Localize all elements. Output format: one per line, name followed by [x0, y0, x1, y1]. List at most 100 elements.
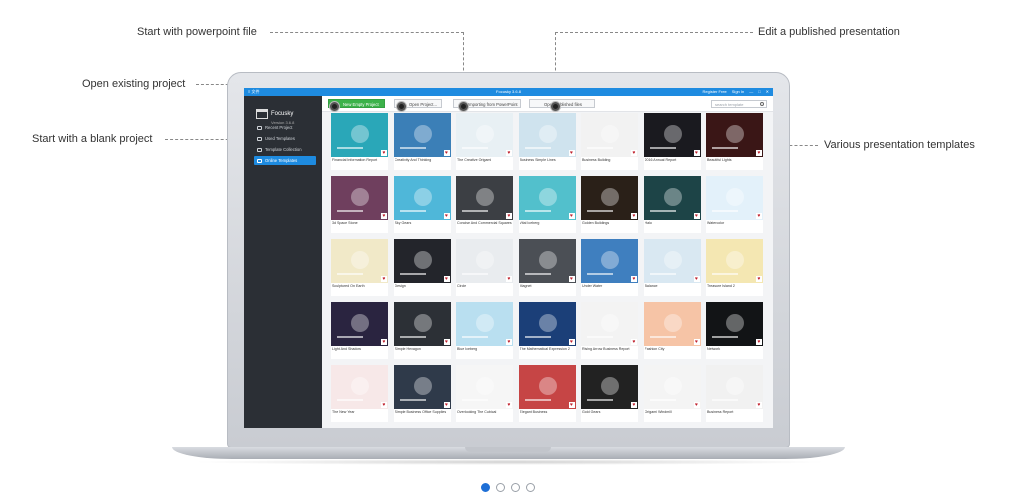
- template-card[interactable]: ♥ Halo: [643, 176, 701, 233]
- favorite-heart-icon[interactable]: ♥: [631, 402, 637, 408]
- favorite-heart-icon[interactable]: ♥: [568, 213, 575, 219]
- favorite-heart-icon[interactable]: ♥: [443, 339, 450, 345]
- maximize-button[interactable]: □: [758, 88, 760, 96]
- template-card[interactable]: ♥ Light And Shadow: [331, 302, 388, 359]
- pager-dot-4[interactable]: [526, 483, 535, 492]
- minimize-button[interactable]: —: [749, 88, 753, 96]
- template-card[interactable]: ♥ Vital Iceberg: [518, 176, 576, 233]
- template-card[interactable]: ♥ Fashion City: [643, 302, 701, 359]
- template-card[interactable]: ♥ Watercolor: [706, 176, 763, 233]
- favorite-heart-icon[interactable]: ♥: [506, 339, 512, 345]
- template-card[interactable]: ♥ Financial Information Report: [331, 113, 388, 170]
- close-button[interactable]: ✕: [766, 88, 769, 96]
- template-card[interactable]: ♥ Balance: [643, 239, 701, 296]
- thumbnail-line: [524, 210, 551, 212]
- favorite-heart-icon[interactable]: ♥: [443, 213, 450, 219]
- template-card[interactable]: ♥ Rising Arrow Business Report: [581, 302, 638, 359]
- template-card[interactable]: ♥ 3d Space Stone: [331, 176, 388, 233]
- template-card[interactable]: ♥ Magnet: [518, 239, 576, 296]
- sidebar-item-recent[interactable]: Recent Project: [254, 123, 316, 132]
- pager-dot-2[interactable]: [496, 483, 505, 492]
- template-card[interactable]: ♥ Concise And Commercial Squares: [456, 176, 513, 233]
- favorite-heart-icon[interactable]: ♥: [568, 402, 575, 408]
- template-card[interactable]: ♥ Overlooking The Cubical: [456, 365, 513, 422]
- favorite-heart-icon[interactable]: ♥: [381, 276, 387, 282]
- favorite-heart-icon[interactable]: ♥: [506, 213, 512, 219]
- template-card[interactable]: ♥ Creativity And Thinking: [393, 113, 451, 170]
- template-name: Golden Buildings: [582, 221, 610, 225]
- favorite-heart-icon[interactable]: ♥: [631, 213, 637, 219]
- pager-dot-1[interactable]: [481, 483, 490, 492]
- favorite-heart-icon[interactable]: ♥: [381, 402, 387, 408]
- template-card[interactable]: ♥ The Mathematical Expression 2: [518, 302, 576, 359]
- template-card[interactable]: ♥ Business Building: [581, 113, 638, 170]
- favorite-heart-icon[interactable]: ♥: [631, 276, 637, 282]
- template-card[interactable]: ♥ Gold Gears: [581, 365, 638, 422]
- favorite-heart-icon[interactable]: ♥: [568, 339, 575, 345]
- template-card[interactable]: ♥ Sculptured On Earth: [331, 239, 388, 296]
- favorite-heart-icon[interactable]: ♥: [631, 339, 637, 345]
- open-published-button[interactable]: Open published files: [529, 99, 595, 108]
- template-card[interactable]: ♥ The Creative Origami: [456, 113, 513, 170]
- favorite-heart-icon[interactable]: ♥: [693, 213, 700, 219]
- favorite-heart-icon[interactable]: ♥: [443, 276, 450, 282]
- search-input[interactable]: search template: [711, 100, 767, 108]
- favorite-heart-icon[interactable]: ♥: [506, 150, 512, 156]
- search-icon[interactable]: [760, 102, 764, 106]
- template-card[interactable]: ♥ Elegant Business: [518, 365, 576, 422]
- favorite-heart-icon[interactable]: ♥: [693, 150, 700, 156]
- favorite-heart-icon[interactable]: ♥: [506, 276, 512, 282]
- favorite-heart-icon[interactable]: ♥: [381, 339, 387, 345]
- template-thumbnail: [518, 302, 576, 346]
- template-card[interactable]: ♥ Simple Business Office Supplies: [393, 365, 451, 422]
- favorite-heart-icon[interactable]: ♥: [381, 213, 387, 219]
- sidebar-item-online-templates[interactable]: Online Templates: [254, 156, 316, 165]
- template-card[interactable]: ♥ Golden Buildings: [581, 176, 638, 233]
- pager-dot-3[interactable]: [511, 483, 520, 492]
- register-link[interactable]: Register Free: [703, 88, 727, 96]
- favorite-heart-icon[interactable]: ♥: [756, 276, 762, 282]
- favorite-heart-icon[interactable]: ♥: [693, 339, 700, 345]
- favorite-heart-icon[interactable]: ♥: [693, 402, 700, 408]
- template-thumbnail: [643, 365, 701, 409]
- template-name: Financial Information Report: [332, 158, 378, 162]
- favorite-heart-icon[interactable]: ♥: [693, 276, 700, 282]
- template-card[interactable]: ♥ Circle: [456, 239, 513, 296]
- template-card[interactable]: ♥ Design: [393, 239, 451, 296]
- sidebar-item-collection[interactable]: Template Collection: [254, 145, 316, 154]
- favorite-heart-icon[interactable]: ♥: [568, 276, 575, 282]
- thumbnail-line: [649, 399, 676, 401]
- favorite-heart-icon[interactable]: ♥: [381, 150, 387, 156]
- template-card[interactable]: ♥ Business Report: [706, 365, 763, 422]
- thumbnail-line: [337, 336, 363, 338]
- sign-in-link[interactable]: Sign In: [732, 88, 744, 96]
- template-card[interactable]: ♥ Origami Windmill: [643, 365, 701, 422]
- thumbnail-line: [649, 210, 676, 212]
- favorite-heart-icon[interactable]: ♥: [756, 213, 762, 219]
- template-name: Business Report: [707, 410, 734, 414]
- favorite-heart-icon[interactable]: ♥: [756, 402, 762, 408]
- template-card[interactable]: ♥ 2016 Annual Report: [643, 113, 701, 170]
- template-card[interactable]: ♥ Simple Hexagon: [393, 302, 451, 359]
- template-thumbnail: [581, 176, 638, 220]
- favorite-heart-icon[interactable]: ♥: [631, 150, 637, 156]
- favorite-heart-icon[interactable]: ♥: [568, 150, 575, 156]
- favorite-heart-icon[interactable]: ♥: [443, 402, 450, 408]
- favorite-heart-icon[interactable]: ♥: [756, 150, 762, 156]
- template-card[interactable]: ♥ Beautiful Lights: [706, 113, 763, 170]
- template-card[interactable]: ♥ Treasure Island 2: [706, 239, 763, 296]
- template-card[interactable]: ♥ Sky Gears: [393, 176, 451, 233]
- thumbnail-graphic: [351, 188, 369, 206]
- template-card[interactable]: ♥ The New Year: [331, 365, 388, 422]
- template-card[interactable]: ♥ Blue Iceberg: [456, 302, 513, 359]
- template-card[interactable]: ♥ Under Water: [581, 239, 638, 296]
- template-name: Origami Windmill: [644, 410, 672, 414]
- favorite-heart-icon[interactable]: ♥: [506, 402, 512, 408]
- thumbnail-line: [399, 336, 426, 338]
- thumbnail-line: [399, 147, 426, 149]
- template-card[interactable]: ♥ Network: [706, 302, 763, 359]
- template-card[interactable]: ♥ Business Simple Lines: [518, 113, 576, 170]
- sidebar-item-used-templates[interactable]: Used Templates: [254, 134, 316, 143]
- favorite-heart-icon[interactable]: ♥: [443, 150, 450, 156]
- favorite-heart-icon[interactable]: ♥: [756, 339, 762, 345]
